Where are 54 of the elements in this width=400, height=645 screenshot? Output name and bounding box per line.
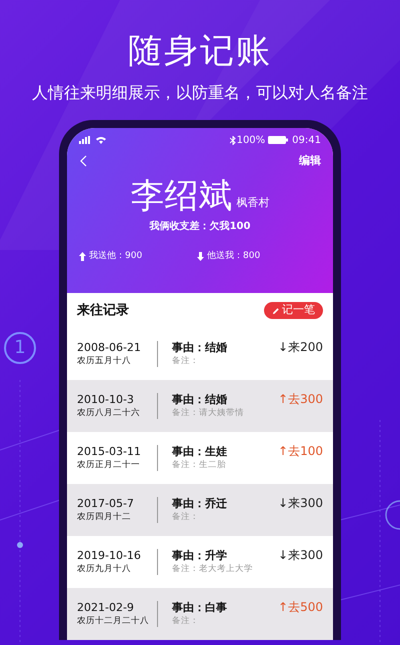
record-date: 2019-10-16 <box>77 548 142 563</box>
record-date: 2008-06-21 <box>77 340 142 355</box>
record-reason: 事由：结婚 <box>172 392 228 407</box>
total-text: 我送他：900 <box>89 250 142 262</box>
battery-icon <box>268 136 288 144</box>
lunar-date: 农历正月二十一 <box>77 459 141 472</box>
balance-text: 我俩收支差：欠我100 <box>148 220 252 234</box>
record-date: 2021-02-9 <box>77 600 135 615</box>
record-note: 备注：请大姨带情 <box>172 407 245 420</box>
record-note: 备注：老大考上大学 <box>172 563 254 576</box>
lunar-date: 农历四月十二 <box>77 511 132 524</box>
record-amount: ↓来200 <box>278 339 323 356</box>
headline: 随身记账 <box>128 30 272 72</box>
total-text: 他送我：800 <box>207 250 260 262</box>
person-name: 李绍斌 <box>130 176 232 216</box>
lunar-date: 农历九月十八 <box>77 563 132 576</box>
record-note: 备注： <box>172 615 200 628</box>
signal-icon <box>79 136 93 144</box>
lunar-date: 农历五月十八 <box>77 355 132 368</box>
side-badge: 1 <box>4 332 36 364</box>
record-amount: ↑去500 <box>278 599 323 616</box>
record-date: 2015-03-11 <box>77 444 142 459</box>
subtitle: 人情往来明细展示，以防重名，可以对人名备注 <box>32 82 368 104</box>
record-reason: 事由：升学 <box>172 548 228 563</box>
record-amount: ↓来300 <box>278 547 323 564</box>
record-amount: ↓来300 <box>278 495 323 512</box>
clock: 09:41 <box>292 134 321 148</box>
section-title: 来往记录 <box>77 302 129 320</box>
bluetooth-icon <box>230 136 236 144</box>
record-note: 备注： <box>172 355 200 368</box>
record-row[interactable]: 2017-05-7 农历四月十二 事由：乔迁 备注： ↓来300 <box>67 484 333 536</box>
record-reason: 事由：白事 <box>172 600 228 615</box>
wifi-icon <box>96 136 106 144</box>
down-arrow-icon <box>197 252 204 261</box>
battery-percent: 100% <box>236 134 266 148</box>
record-reason: 事由：生娃 <box>172 444 228 459</box>
record-amount: ↑去300 <box>278 391 323 408</box>
record-amount: ↑去100 <box>278 443 323 460</box>
up-arrow-icon <box>79 252 86 261</box>
add-record-button[interactable]: 记一笔 <box>264 302 323 320</box>
village-name: 枫香村 <box>236 195 270 211</box>
back-icon[interactable] <box>79 155 87 168</box>
record-reason: 事由：乔迁 <box>172 496 228 511</box>
edit-link[interactable]: 编辑 <box>299 153 321 170</box>
record-row[interactable]: 2010-10-3 农历八月二十六 事由：结婚 备注：请大姨带情 ↑去300 <box>67 380 333 432</box>
pencil-icon <box>272 306 280 315</box>
record-row[interactable]: 2021-02-9 农历十二月二十八 事由：白事 备注： ↑去500 <box>67 588 333 640</box>
lunar-date: 农历十二月二十八 <box>77 615 150 628</box>
record-note: 备注：生二胎 <box>172 459 227 472</box>
record-note: 备注： <box>172 511 200 524</box>
lunar-date: 农历八月二十六 <box>77 407 141 420</box>
record-reason: 事由：结婚 <box>172 340 228 355</box>
record-date: 2010-10-3 <box>77 392 135 407</box>
record-date: 2017-05-7 <box>77 496 135 511</box>
